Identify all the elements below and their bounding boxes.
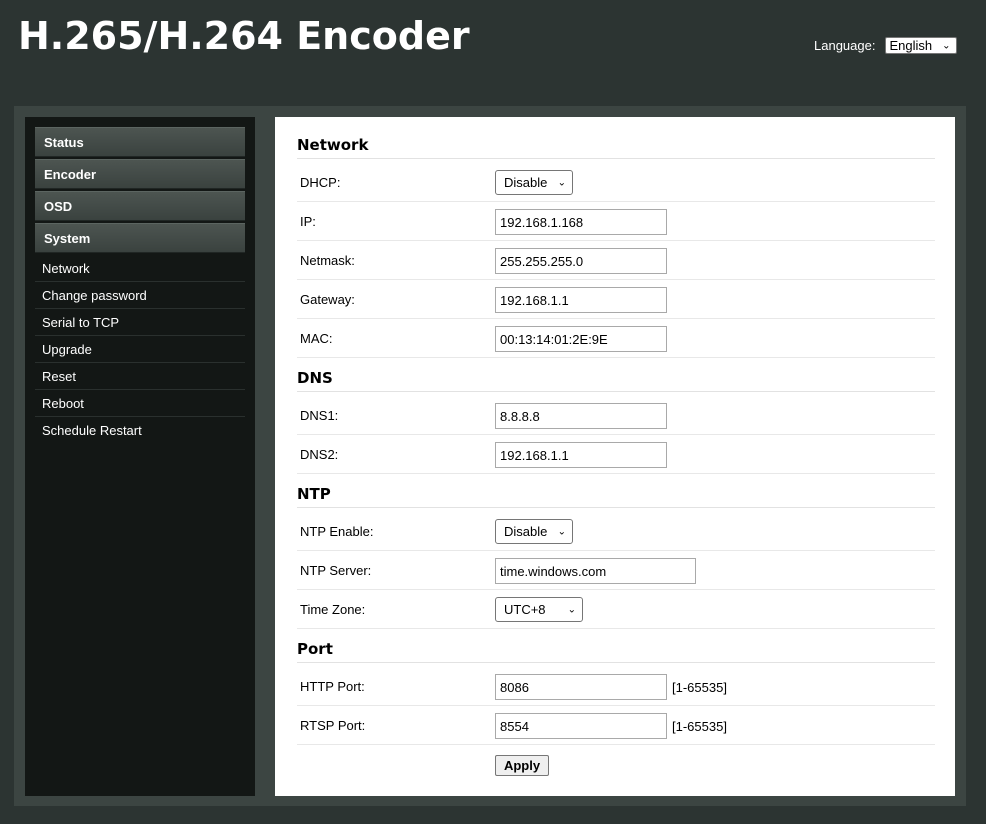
dhcp-select-value: Disable [504, 175, 548, 190]
ip-label: IP: [300, 213, 316, 229]
mac-label: MAC: [300, 330, 333, 346]
time-zone-select[interactable]: UTC+8 ⌄ [495, 597, 583, 622]
app-title: H.265/H.264 Encoder [18, 14, 470, 58]
chevron-down-icon: ⌄ [942, 40, 951, 51]
dns2-row: DNS2: 192.168.1.1 [297, 435, 935, 474]
sidebar-subitem-upgrade[interactable]: Upgrade [35, 336, 245, 363]
apply-button[interactable]: Apply [495, 755, 549, 776]
rtsp-port-input[interactable]: 8554 [495, 713, 667, 739]
section-title-ntp: NTP [297, 480, 935, 508]
ntp-server-input[interactable]: time.windows.com [495, 558, 696, 584]
time-zone-row: Time Zone: UTC+8 ⌄ [297, 590, 935, 629]
section-title-network: Network [297, 131, 935, 159]
sidebar-subitem-reboot[interactable]: Reboot [35, 390, 245, 417]
http-port-input[interactable]: 8086 [495, 674, 667, 700]
ntp-enable-select-value: Disable [504, 524, 548, 539]
section-title-port: Port [297, 635, 935, 663]
sidebar-subitem-network[interactable]: Network [35, 255, 245, 282]
ntp-server-label: NTP Server: [300, 562, 372, 578]
chevron-down-icon: ⌄ [567, 604, 576, 615]
ntp-enable-select[interactable]: Disable ⌄ [495, 519, 573, 544]
ntp-enable-label: NTP Enable: [300, 523, 374, 539]
ip-row: IP: 192.168.1.168 [297, 202, 935, 241]
sidebar-item-osd[interactable]: OSD [35, 191, 245, 221]
mac-input[interactable]: 00:13:14:01:2E:9E [495, 326, 667, 352]
sidebar-subitem-reset[interactable]: Reset [35, 363, 245, 390]
http-port-range: [1-65535] [672, 679, 727, 695]
http-port-row: HTTP Port: 8086 [1-65535] [297, 667, 935, 706]
dns1-input[interactable]: 8.8.8.8 [495, 403, 667, 429]
chevron-down-icon: ⌄ [557, 177, 566, 188]
netmask-label: Netmask: [300, 252, 355, 268]
sidebar-subitem-schedule-restart[interactable]: Schedule Restart [35, 417, 245, 444]
mac-row: MAC: 00:13:14:01:2E:9E [297, 319, 935, 358]
sidebar-item-encoder[interactable]: Encoder [35, 159, 245, 189]
dhcp-label: DHCP: [300, 174, 341, 190]
sidebar-subitem-change-password[interactable]: Change password [35, 282, 245, 309]
section-title-dns: DNS [297, 364, 935, 392]
rtsp-port-row: RTSP Port: 8554 [1-65535] [297, 706, 935, 745]
netmask-input[interactable]: 255.255.255.0 [495, 248, 667, 274]
sidebar-menu: Status Encoder OSD System Network Change… [35, 127, 245, 444]
chevron-down-icon: ⌄ [557, 526, 566, 537]
rtsp-port-label: RTSP Port: [300, 717, 366, 733]
dns2-label: DNS2: [300, 446, 339, 462]
page-header: H.265/H.264 Encoder Language: English ⌄ [0, 0, 986, 106]
dhcp-select[interactable]: Disable ⌄ [495, 170, 573, 195]
time-zone-label: Time Zone: [300, 601, 366, 617]
ntp-enable-row: NTP Enable: Disable ⌄ [297, 512, 935, 551]
sidebar-subitem-serial-to-tcp[interactable]: Serial to TCP [35, 309, 245, 336]
sidebar-item-system[interactable]: System [35, 223, 245, 253]
netmask-row: Netmask: 255.255.255.0 [297, 241, 935, 280]
sidebar-item-status[interactable]: Status [35, 127, 245, 157]
http-port-label: HTTP Port: [300, 678, 365, 694]
language-select-value: English [889, 38, 933, 53]
language-selector: Language: English ⌄ [814, 37, 958, 54]
gateway-row: Gateway: 192.168.1.1 [297, 280, 935, 319]
rtsp-port-range: [1-65535] [672, 718, 727, 734]
gateway-label: Gateway: [300, 291, 355, 307]
dns1-label: DNS1: [300, 407, 339, 423]
dns2-input[interactable]: 192.168.1.1 [495, 442, 667, 468]
gateway-input[interactable]: 192.168.1.1 [495, 287, 667, 313]
ntp-server-row: NTP Server: time.windows.com [297, 551, 935, 590]
language-label: Language: [814, 38, 876, 53]
time-zone-select-value: UTC+8 [504, 602, 546, 617]
language-select[interactable]: English ⌄ [885, 37, 958, 54]
dhcp-row: DHCP: Disable ⌄ [297, 163, 935, 202]
dns1-row: DNS1: 8.8.8.8 [297, 396, 935, 435]
ip-input[interactable]: 192.168.1.168 [495, 209, 667, 235]
settings-panel: Network DHCP: Disable ⌄ IP: 192.168.1.16… [275, 117, 955, 796]
